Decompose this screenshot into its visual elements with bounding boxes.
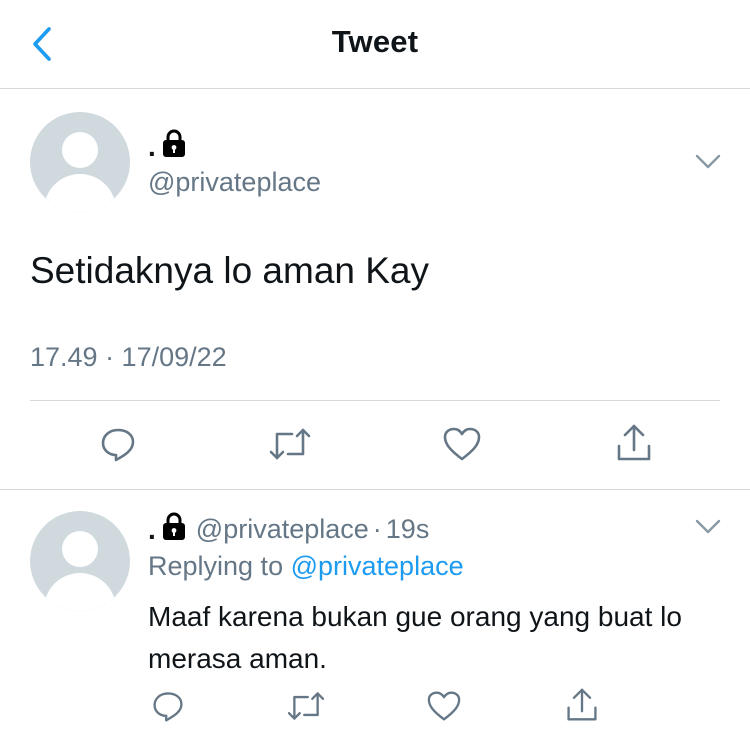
author-name-row: .	[148, 128, 188, 165]
reply-text: Maaf karena bukan gue orang yang buat lo…	[148, 601, 682, 674]
display-name: .	[148, 130, 156, 162]
retweet-icon	[287, 692, 325, 720]
retweet-button[interactable]	[284, 686, 328, 726]
page-title: Tweet	[331, 24, 419, 59]
divider	[30, 400, 720, 401]
header-bar: Tweet	[0, 0, 750, 89]
like-button[interactable]	[424, 686, 464, 726]
replying-prefix: Replying to	[148, 551, 284, 581]
retweet-icon	[269, 428, 311, 460]
replying-to-link[interactable]: @privateplace	[291, 551, 464, 581]
display-name: .	[148, 513, 156, 545]
chevron-down-icon[interactable]	[695, 519, 721, 535]
avatar[interactable]	[30, 112, 130, 212]
reply-header: . @privateplace · 19s	[148, 511, 429, 548]
reply-icon	[153, 692, 183, 722]
reply-handle[interactable]: @privateplace	[196, 514, 369, 545]
reply-button[interactable]	[148, 686, 188, 726]
chevron-down-icon[interactable]	[695, 154, 721, 170]
tweet-text: Setidaknya lo aman Kay	[30, 250, 430, 291]
tweet-timestamp[interactable]: 17.49 · 17/09/22	[30, 342, 227, 373]
lock-icon	[160, 128, 188, 165]
share-button[interactable]	[562, 684, 602, 726]
author-handle[interactable]: @privateplace	[148, 167, 321, 198]
reply-button[interactable]	[96, 422, 140, 466]
share-icon	[567, 688, 597, 721]
like-button[interactable]	[440, 422, 484, 466]
share-button[interactable]	[612, 420, 656, 466]
divider	[0, 489, 750, 490]
replying-to-line: Replying to @privateplace	[148, 551, 464, 582]
avatar[interactable]	[30, 511, 130, 611]
reply-age[interactable]: 19s	[386, 514, 430, 545]
lock-icon	[160, 511, 188, 548]
reply-icon	[101, 428, 135, 462]
separator: ·	[372, 514, 382, 544]
heart-icon	[427, 691, 461, 721]
share-icon	[617, 424, 651, 461]
heart-icon	[443, 427, 481, 461]
retweet-button[interactable]	[266, 422, 314, 466]
